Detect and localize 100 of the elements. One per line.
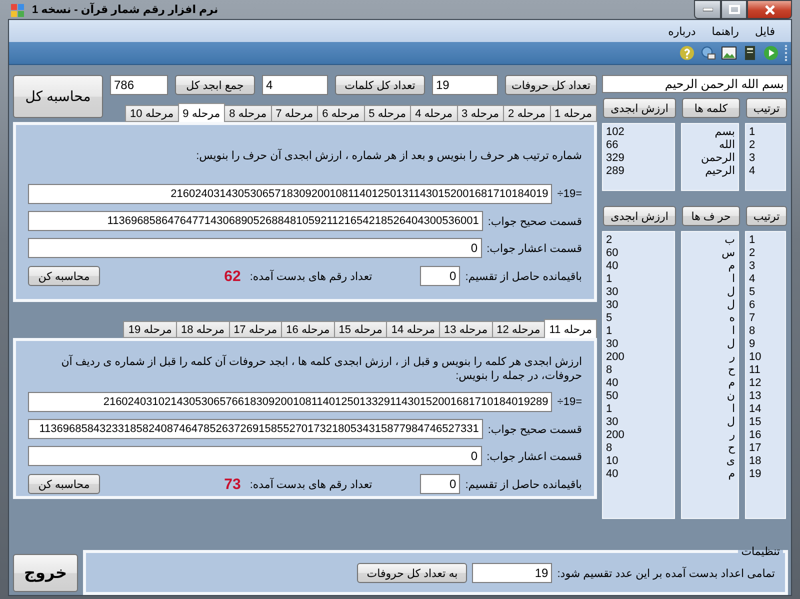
- list-item[interactable]: 16: [749, 429, 782, 442]
- list-item[interactable]: 30: [606, 299, 671, 312]
- list-item[interactable]: 40: [606, 260, 671, 273]
- stage-tab[interactable]: مرحله 13: [439, 321, 493, 338]
- list-item[interactable]: ح: [685, 442, 735, 455]
- list-item[interactable]: 10: [749, 351, 782, 364]
- list-item[interactable]: الرحمن: [685, 152, 735, 165]
- list-item[interactable]: ا: [685, 325, 735, 338]
- list-item[interactable]: 8: [606, 442, 671, 455]
- maximize-button[interactable]: [721, 0, 747, 19]
- list-item[interactable]: 4: [749, 165, 782, 178]
- list-item[interactable]: 40: [606, 468, 671, 481]
- stage-tab[interactable]: مرحله 4: [410, 105, 458, 122]
- calculate-button[interactable]: محاسبه کن: [28, 474, 100, 494]
- menu-item[interactable]: فایل: [748, 22, 781, 40]
- list-item[interactable]: 2: [606, 234, 671, 247]
- dividend-field[interactable]: 2160240310214305306576618309200108114012501332911430152001681710184019289: [28, 392, 552, 412]
- column-header-button[interactable]: حر ف ها: [682, 206, 740, 226]
- list-item[interactable]: 10: [606, 455, 671, 468]
- exit-button[interactable]: خروج: [13, 554, 78, 592]
- stage-tab[interactable]: مرحله 9: [178, 103, 226, 122]
- list-item[interactable]: 289: [606, 165, 671, 178]
- stage-tab[interactable]: مرحله 17: [228, 321, 282, 338]
- words-count-button[interactable]: تعداد کل کلمات: [335, 75, 425, 95]
- list-item[interactable]: 5: [749, 286, 782, 299]
- list-item[interactable]: 1: [606, 403, 671, 416]
- close-button[interactable]: [747, 0, 792, 19]
- letters-count-field[interactable]: 19: [432, 75, 498, 95]
- decimal-field[interactable]: 0: [28, 446, 482, 466]
- column-header-button[interactable]: ترتیب: [746, 206, 787, 226]
- list-item[interactable]: 13: [749, 390, 782, 403]
- remainder-field[interactable]: 0: [420, 266, 460, 286]
- list-item[interactable]: 5: [606, 312, 671, 325]
- book-icon[interactable]: [742, 45, 758, 61]
- list-item[interactable]: 18: [749, 455, 782, 468]
- list-item[interactable]: ی: [685, 455, 735, 468]
- list-item[interactable]: 8: [749, 325, 782, 338]
- stage-tab[interactable]: مرحله 3: [456, 105, 504, 122]
- list-item[interactable]: 15: [749, 416, 782, 429]
- list-item[interactable]: 19: [749, 468, 782, 481]
- menu-item[interactable]: راهنما: [706, 22, 745, 40]
- list-item[interactable]: ل: [685, 416, 735, 429]
- list-item[interactable]: بسم: [685, 126, 735, 139]
- list-item[interactable]: س: [685, 247, 735, 260]
- column-header-button[interactable]: ترتیب: [746, 98, 787, 118]
- list-item[interactable]: 17: [749, 442, 782, 455]
- remainder-field[interactable]: 0: [420, 474, 460, 494]
- play-icon[interactable]: [763, 45, 779, 61]
- list-item[interactable]: ل: [685, 299, 735, 312]
- stage-tab[interactable]: مرحله 11: [544, 319, 597, 338]
- list-item[interactable]: 30: [606, 416, 671, 429]
- divisor-field[interactable]: 19: [472, 563, 552, 583]
- list-item[interactable]: ن: [685, 390, 735, 403]
- quotient-field[interactable]: 1136968586476477143068905268848105921121654218526404300536001: [28, 211, 483, 231]
- list-item[interactable]: 8: [606, 364, 671, 377]
- column-header-button[interactable]: ارزش ابجدی: [603, 98, 676, 118]
- stage-tab[interactable]: مرحله 12: [492, 321, 546, 338]
- list-item[interactable]: 60: [606, 247, 671, 260]
- list-item[interactable]: 1: [606, 325, 671, 338]
- list-item[interactable]: الرحیم: [685, 165, 735, 178]
- list-item[interactable]: الله: [685, 139, 735, 152]
- list-item[interactable]: 30: [606, 286, 671, 299]
- letters-count-button[interactable]: به تعداد کل حروفات: [357, 563, 468, 583]
- stage-tab[interactable]: مرحله 10: [125, 105, 179, 122]
- column-header-button[interactable]: کلمه ها: [682, 98, 740, 118]
- abjad-total-button[interactable]: جمع ابجد کل: [175, 75, 255, 95]
- list-item[interactable]: 4: [749, 273, 782, 286]
- list-item[interactable]: 200: [606, 351, 671, 364]
- words-count-field[interactable]: 4: [262, 75, 328, 95]
- list-item[interactable]: ا: [685, 403, 735, 416]
- image-icon[interactable]: [721, 45, 737, 61]
- stage-tab[interactable]: مرحله 7: [270, 105, 318, 122]
- dividend-field[interactable]: 21602403143053065718309200108114012501311430152001681710184019: [28, 184, 552, 204]
- list-item[interactable]: 12: [749, 377, 782, 390]
- list-item[interactable]: 329: [606, 152, 671, 165]
- list-item[interactable]: ا: [685, 273, 735, 286]
- list-item[interactable]: 1: [606, 273, 671, 286]
- column-header-button[interactable]: ارزش ابجدی: [603, 206, 676, 226]
- calculate-all-button[interactable]: محاسبه کل: [13, 75, 103, 118]
- list-item[interactable]: 3: [749, 152, 782, 165]
- stage-tab[interactable]: مرحله 5: [364, 105, 412, 122]
- menu-item[interactable]: درباره: [662, 22, 702, 40]
- list-item[interactable]: 40: [606, 377, 671, 390]
- list-item[interactable]: م: [685, 260, 735, 273]
- minimize-button[interactable]: [694, 0, 721, 19]
- stage-tab[interactable]: مرحله 1: [550, 105, 597, 122]
- list-item[interactable]: 2: [749, 139, 782, 152]
- list-item[interactable]: م: [685, 468, 735, 481]
- stage-tab[interactable]: مرحله 19: [123, 321, 177, 338]
- stage-tab[interactable]: مرحله 14: [386, 321, 440, 338]
- list-item[interactable]: ل: [685, 338, 735, 351]
- list-item[interactable]: 30: [606, 338, 671, 351]
- list-item[interactable]: ر: [685, 351, 735, 364]
- list-item[interactable]: 7: [749, 312, 782, 325]
- list-item[interactable]: 9: [749, 338, 782, 351]
- list-item[interactable]: ب: [685, 234, 735, 247]
- network-icon[interactable]: [700, 45, 716, 61]
- stage-tab[interactable]: مرحله 18: [176, 321, 230, 338]
- calculate-button[interactable]: محاسبه کن: [28, 266, 100, 286]
- list-item[interactable]: 11: [749, 364, 782, 377]
